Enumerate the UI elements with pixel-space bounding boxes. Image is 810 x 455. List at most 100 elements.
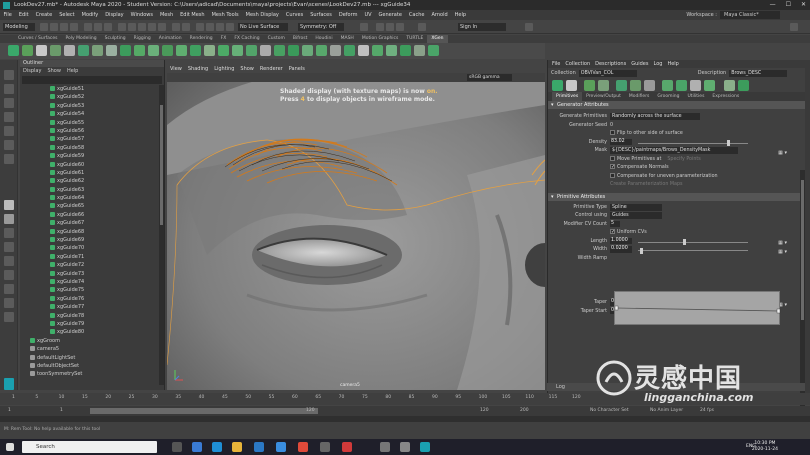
shelf-tab-bifrost[interactable]: Bifrost (289, 35, 312, 43)
tab-preview-output[interactable]: Preview/Output (582, 92, 625, 101)
xgen-guides-to-curves-icon[interactable] (690, 80, 701, 91)
menu-set-dropdown[interactable]: Modeling (3, 23, 35, 31)
outliner-item[interactable]: xgGroom (20, 337, 160, 345)
width-slider-knob[interactable] (640, 247, 643, 254)
outliner-item[interactable]: xgGuide78 (20, 312, 160, 320)
construction-history-icon[interactable] (182, 23, 190, 31)
menu-mesh-display[interactable]: Mesh Display (242, 10, 282, 20)
settings-icon[interactable] (400, 442, 410, 452)
xgen-menu-descriptions[interactable]: Descriptions (595, 60, 626, 68)
shelf-tab-mash[interactable]: MASH (337, 35, 358, 43)
shelf-tab-rendering[interactable]: Rendering (186, 35, 217, 43)
xgen-menu-help[interactable]: Help (667, 60, 678, 68)
rebuild-guides-icon[interactable] (78, 45, 89, 56)
select-hierarchy-icon[interactable] (84, 23, 92, 31)
menu-display[interactable]: Display (102, 10, 127, 20)
outliner-item[interactable]: xgGuide62 (20, 177, 160, 185)
move-primitives-checkbox[interactable] (610, 155, 615, 161)
outliner-item[interactable]: xgGuide53 (20, 102, 160, 110)
menu-mesh-tools[interactable]: Mesh Tools (208, 10, 242, 20)
modifier-cv-field[interactable]: 5 (610, 220, 620, 227)
outliner-item[interactable]: xgGuide60 (20, 161, 160, 169)
splines-icon[interactable] (358, 45, 369, 56)
media-icon[interactable] (342, 442, 352, 452)
history-icon[interactable] (172, 23, 180, 31)
snap-live-icon[interactable] (158, 23, 166, 31)
shelf-tab-sculpting[interactable]: Sculpting (101, 35, 130, 43)
mail-icon[interactable] (276, 442, 286, 452)
bend-brush-icon[interactable] (274, 45, 285, 56)
outliner-toggle-icon[interactable] (4, 270, 14, 280)
four-view-layout-icon[interactable] (4, 214, 14, 224)
scale-tool-icon[interactable] (4, 140, 14, 150)
tab-primitives[interactable]: Primitives (552, 92, 583, 101)
xgen-clear-preview-icon[interactable] (598, 80, 609, 91)
region-brush-icon[interactable] (330, 45, 341, 56)
comb-brush-icon[interactable] (134, 45, 145, 56)
outliner-item[interactable]: xgGuide73 (20, 270, 160, 278)
shelf-tab-rigging[interactable]: Rigging (130, 35, 155, 43)
preview-icon[interactable] (386, 45, 397, 56)
viewport-menu-shading[interactable]: Shading (188, 65, 208, 73)
control-using-dropdown[interactable]: Guides (610, 212, 662, 219)
menu-windows[interactable]: Windows (127, 10, 156, 20)
xgen-select-guide-icon[interactable] (676, 80, 687, 91)
side-by-side-layout-icon[interactable] (4, 228, 14, 238)
width-ramp-graph[interactable] (614, 291, 781, 325)
shelf-tab-turtle[interactable]: TURTLE (402, 35, 427, 43)
xgen-menu-file[interactable]: File (552, 60, 560, 68)
undo-icon[interactable] (60, 23, 68, 31)
outliner-item[interactable]: xgGuide69 (20, 236, 160, 244)
compensate-uneven-checkbox[interactable] (610, 172, 615, 178)
outliner-item[interactable]: xgGuide76 (20, 295, 160, 303)
menu-edit-mesh[interactable]: Edit Mesh (177, 10, 208, 20)
persp-graph-layout-icon[interactable] (4, 242, 14, 252)
task-view-icon[interactable] (172, 442, 182, 452)
outliner-scroll-thumb[interactable] (160, 105, 163, 225)
clump-brush-icon[interactable] (218, 45, 229, 56)
single-view-layout-icon[interactable] (4, 200, 14, 210)
mesh-toggle-icon[interactable] (376, 23, 384, 31)
channel-box-toggle-icon[interactable] (790, 23, 798, 31)
chrome-icon[interactable] (298, 442, 308, 452)
outliner-item[interactable]: xgGuide52 (20, 93, 160, 101)
xgen-visibility-icon[interactable] (738, 80, 749, 91)
taskbar-search-input[interactable]: Search (22, 441, 157, 453)
outliner-item[interactable]: xgGuide51 (20, 85, 160, 93)
compensate-normals-checkbox[interactable] (610, 164, 615, 169)
import-icon[interactable] (428, 45, 439, 56)
menu-curves[interactable]: Curves (282, 10, 306, 20)
guide-to-curves-icon[interactable] (64, 45, 75, 56)
lasso-tool-icon[interactable] (4, 84, 14, 94)
store-icon[interactable] (254, 442, 264, 452)
outliner-item[interactable]: xgGuide65 (20, 202, 160, 210)
menu-mesh[interactable]: Mesh (156, 10, 176, 20)
xgen-menu-collection[interactable]: Collection (565, 60, 590, 68)
primitive-type-dropdown[interactable]: Spline (610, 203, 662, 211)
file-explorer-icon[interactable] (232, 442, 242, 452)
outliner-item[interactable]: xgGuide68 (20, 228, 160, 236)
render-toggle-icon[interactable] (396, 23, 404, 31)
menu-surfaces[interactable]: Surfaces (307, 10, 336, 20)
bake-guides-icon[interactable] (106, 45, 117, 56)
shelf-tab-fx[interactable]: FX (217, 35, 231, 43)
width-slider[interactable] (638, 247, 748, 254)
viewport-menu-view[interactable]: View (170, 65, 182, 73)
viewport-menu-panels[interactable]: Panels (289, 65, 305, 73)
shelf-tab-motion-graphics[interactable]: Motion Graphics (358, 35, 403, 43)
outliner-item[interactable]: xgGuide79 (20, 320, 160, 328)
mask-field[interactable]: ${DESC}/paintmaps/Brows_DensityMask (610, 147, 738, 154)
menu-arnold[interactable]: Arnold (428, 10, 451, 20)
edge-icon[interactable] (212, 442, 222, 452)
menu-select[interactable]: Select (56, 10, 78, 20)
windows-start-icon[interactable] (6, 443, 14, 451)
outliner-search-input[interactable] (22, 76, 162, 84)
move-tool-icon[interactable] (4, 112, 14, 122)
color-space-dropdown[interactable]: sRGB gamma (467, 74, 512, 81)
shelf-tab-xgen[interactable]: XGen (427, 35, 448, 43)
modeling-toolkit-icon[interactable] (525, 23, 533, 31)
xgen-guides-icon[interactable] (566, 80, 577, 91)
outliner-item[interactable]: xgGuide70 (20, 244, 160, 252)
xgen-menu-guides[interactable]: Guides (631, 60, 648, 68)
select-tool-icon[interactable] (4, 70, 14, 80)
